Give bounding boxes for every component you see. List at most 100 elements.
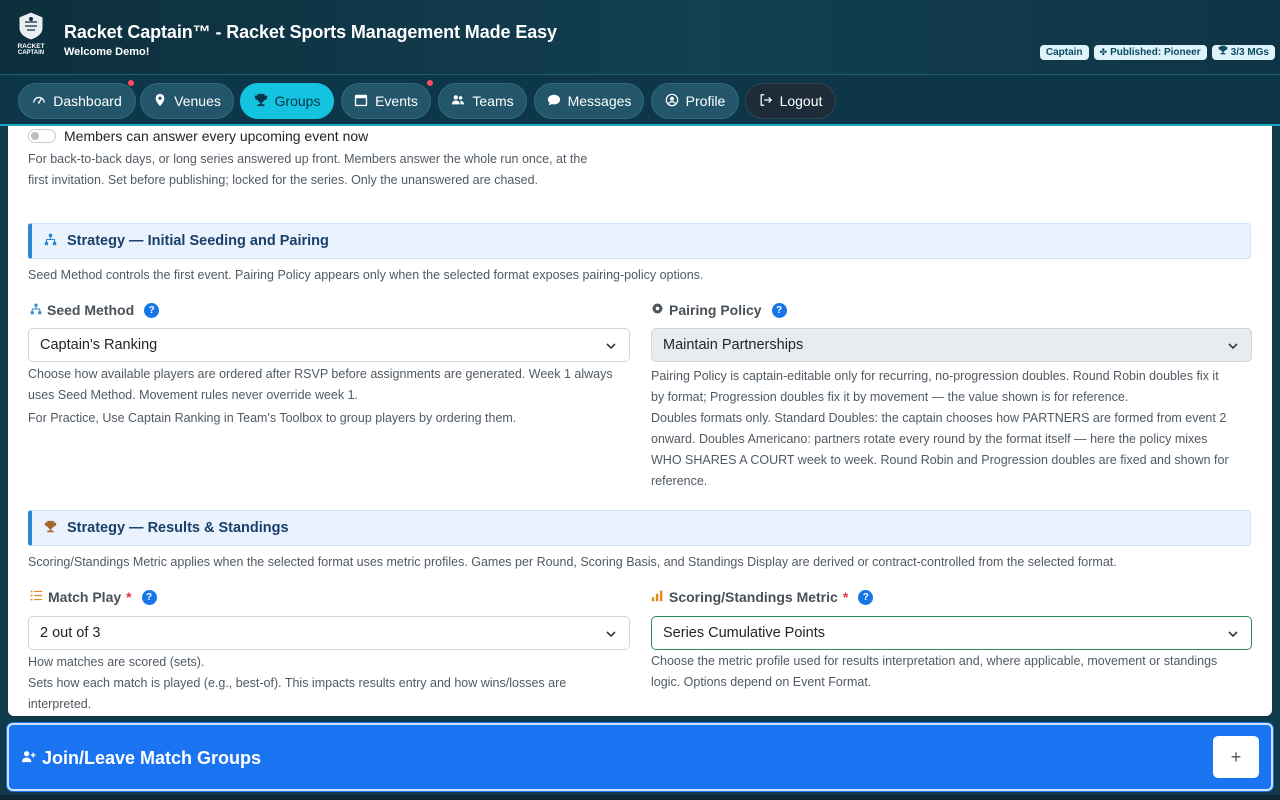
seed-method-help-icon[interactable]: ? — [144, 302, 160, 318]
people-icon — [451, 93, 465, 110]
match-play-select[interactable]: 2 out of 3 — [28, 616, 630, 650]
pairing-policy-label: Pairing Policy ? — [651, 302, 787, 318]
pairing-policy-label-text: Pairing Policy — [669, 302, 762, 318]
seed-method-help-line: For Practice, Use Captain Ranking in Tea… — [28, 411, 517, 425]
nav-profile[interactable]: Profile — [651, 83, 739, 119]
gear-icon — [651, 302, 664, 318]
results-section-title: Strategy — Results & Standings — [67, 520, 289, 536]
match-play-help: How matches are scored (sets). Sets how … — [28, 652, 634, 715]
nav-messages[interactable]: Messages — [534, 83, 644, 119]
required-marker: * — [126, 589, 132, 605]
scoring-metric-help: Choose the metric profile used for resul… — [651, 651, 1261, 693]
list-icon — [30, 589, 43, 605]
results-section-description: Scoring/Standings Metric applies when th… — [28, 555, 1117, 569]
match-play-help-icon[interactable]: ? — [141, 589, 157, 605]
required-marker: * — [842, 589, 849, 605]
nav-venues[interactable]: Venues — [140, 83, 234, 119]
scoring-metric-help-line: Choose the metric profile used for resul… — [651, 654, 1218, 668]
pairing-policy-help: Pairing Policy is captain-editable only … — [651, 366, 1261, 492]
logo-text-1: RACKET — [17, 43, 44, 50]
role-badge-label: Captain — [1045, 47, 1083, 58]
pairing-policy-help-line: by format; Progression doubles fix it by… — [651, 390, 1129, 404]
series-answer-help: For back-to-back days, or long series an… — [28, 149, 587, 191]
seed-method-help: Choose how available players are ordered… — [28, 364, 634, 429]
status-badges: Captain ✤ Published: Pioneer 3/3 MGs — [1039, 45, 1275, 60]
nav-logout-label: Logout — [779, 93, 823, 109]
chevron-down-icon — [1228, 631, 1238, 638]
expand-button[interactable]: + — [1213, 736, 1259, 778]
seed-method-label-text: Seed Method — [47, 302, 135, 318]
nav-dashboard-label: Dashboard — [53, 93, 122, 109]
match-play-label-text: Match Play — [48, 589, 122, 605]
seed-method-select[interactable]: Captain's Ranking — [28, 328, 630, 362]
role-badge: Captain — [1039, 45, 1089, 60]
scoring-metric-select[interactable]: Series Cumulative Points — [651, 616, 1252, 650]
app-title: Racket Captain™ - Racket Sports Manageme… — [64, 22, 557, 42]
match-play-help-line: Sets how each match is played (e.g., bes… — [28, 676, 567, 690]
nav-teams-label: Teams — [472, 93, 514, 109]
calendar-icon — [354, 93, 368, 110]
seeding-section-description: Seed Method controls the first event. Pa… — [28, 268, 704, 282]
trophy-icon — [44, 520, 57, 537]
pairing-policy-help-line: onward. Doubles Americano: partners rota… — [651, 432, 1208, 446]
match-groups-badge: 3/3 MGs — [1211, 45, 1275, 60]
user-plus-icon — [21, 748, 36, 769]
seed-method-help-line: Choose how available players are ordered… — [28, 367, 613, 381]
nav-dashboard[interactable]: Dashboard — [18, 83, 136, 119]
scoring-metric-help-icon[interactable]: ? — [858, 589, 874, 605]
results-section-header: Strategy — Results & Standings — [28, 510, 1251, 546]
nav-groups[interactable]: Groups — [240, 83, 334, 119]
nav-profile-label: Profile — [685, 93, 726, 109]
nav-messages-label: Messages — [567, 93, 632, 109]
seeding-section-title: Strategy — Initial Seeding and Pairing — [67, 233, 329, 249]
match-play-value: 2 out of 3 — [40, 625, 101, 641]
pairing-policy-help-line: Pairing Policy is captain-editable only … — [651, 369, 1219, 383]
pairing-policy-value: Maintain Partnerships — [663, 337, 804, 353]
join-leave-match-groups-panel[interactable]: Join/Leave Match Groups + — [7, 723, 1273, 791]
join-leave-title-text: Join/Leave Match Groups — [42, 748, 262, 768]
group-settings-form: Members can answer every upcoming event … — [8, 126, 1272, 716]
pairing-policy-select[interactable]: Maintain Partnerships — [651, 328, 1252, 362]
footer-strip — [0, 795, 1280, 800]
main-nav: Dashboard Venues Groups Events Teams Mes… — [0, 74, 1280, 126]
pairing-policy-help-icon[interactable]: ? — [771, 302, 787, 318]
nav-events[interactable]: Events — [341, 83, 431, 119]
series-answer-help-line: For back-to-back days, or long series an… — [28, 152, 588, 166]
racket-captain-logo[interactable]: RACKET CAPTAIN — [12, 10, 50, 56]
scoring-metric-help-line: logic. Options depend on Event Format. — [651, 675, 872, 689]
match-play-label: Match Play * ? — [30, 589, 157, 605]
pairing-policy-help-line: reference. — [651, 474, 708, 488]
published-badge: ✤ Published: Pioneer — [1093, 45, 1207, 60]
logout-icon — [759, 93, 773, 110]
scoring-metric-label-text: Scoring/Standings Metric — [669, 589, 838, 605]
match-play-help-line: interpreted. — [28, 697, 92, 711]
pairing-policy-help-line: Doubles formats only. Standard Doubles: … — [651, 411, 1227, 425]
match-groups-badge-label: 3/3 MGs — [1230, 47, 1269, 58]
scoring-metric-label: Scoring/Standings Metric * ? — [651, 589, 874, 605]
seed-method-label: Seed Method ? — [30, 302, 160, 318]
gauge-icon — [32, 93, 46, 110]
events-notification-dot — [426, 79, 434, 87]
nav-logout[interactable]: Logout — [745, 83, 836, 119]
nav-venues-label: Venues — [174, 93, 221, 109]
nav-events-label: Events — [375, 93, 418, 109]
map-pin-icon — [153, 93, 167, 110]
nav-teams[interactable]: Teams — [438, 83, 527, 119]
match-play-help-line: How matches are scored (sets). — [28, 655, 205, 669]
bar-chart-icon — [651, 589, 664, 605]
seed-method-help-line: uses Seed Method. Movement rules never o… — [28, 388, 359, 402]
user-circle-icon — [665, 93, 679, 110]
seeding-section-header: Strategy — Initial Seeding and Pairing — [28, 223, 1251, 259]
app-header: RACKET CAPTAIN Racket Captain™ - Racket … — [0, 0, 1280, 74]
series-answer-toggle[interactable] — [28, 129, 56, 143]
chevron-down-icon — [606, 343, 616, 350]
join-leave-title: Join/Leave Match Groups — [21, 748, 261, 769]
trophy-icon — [1218, 45, 1228, 60]
chat-icon — [547, 93, 561, 110]
published-badge-label: Published: Pioneer — [1110, 47, 1201, 58]
series-answer-row: Members can answer every upcoming event … — [28, 128, 368, 144]
paw-icon: ✤ — [1099, 47, 1108, 57]
pairing-policy-help-line: WHO SHARES A COURT week to week. Round R… — [651, 453, 1229, 467]
logo-text-2: CAPTAIN — [18, 50, 44, 56]
chevron-down-icon — [606, 631, 616, 638]
